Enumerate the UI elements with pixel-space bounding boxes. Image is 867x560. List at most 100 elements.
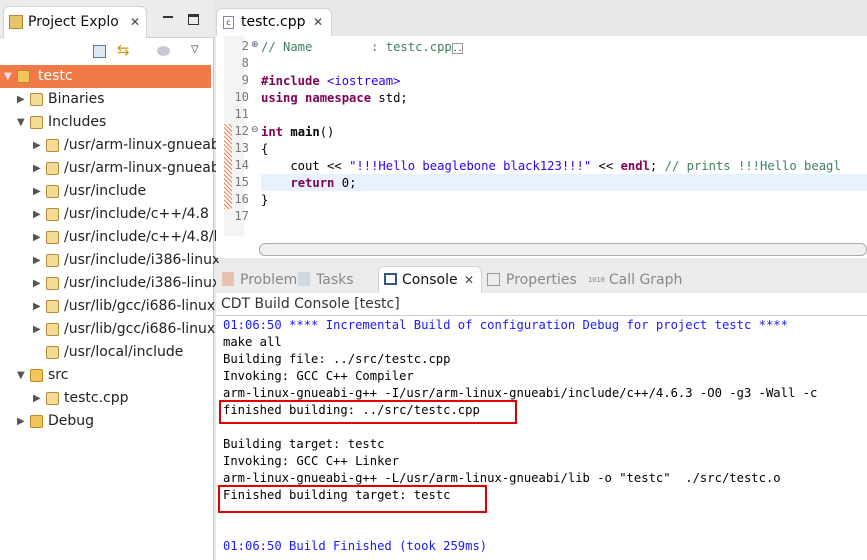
tree-item-label: src xyxy=(48,367,69,383)
tree-item-label: /usr/local/include xyxy=(64,344,184,360)
includes-icon xyxy=(30,116,43,129)
collapsed-arrow-icon[interactable]: ▶ xyxy=(33,295,43,318)
line-number: 14 xyxy=(234,158,249,172)
divider xyxy=(216,315,867,316)
tab-testc-cpp[interactable]: c testc.cpp ✕ xyxy=(216,8,332,36)
project-explorer-icon xyxy=(9,15,23,29)
collapsed-arrow-icon[interactable]: ▶ xyxy=(33,387,43,410)
filter-icon[interactable] xyxy=(157,46,170,56)
tree-item-label: Binaries xyxy=(48,91,105,107)
collapsed-arrow-icon[interactable]: ▶ xyxy=(33,272,43,295)
console-line: 01:06:50 Build Finished (took 259ms) xyxy=(223,539,488,553)
problems-icon xyxy=(222,272,234,286)
tree-item-label: /usr/include/c++/4.8/b xyxy=(64,229,223,245)
tab-project-explorer[interactable]: Project Explo ✕ xyxy=(3,6,147,38)
collapsed-arrow-icon[interactable]: ▶ xyxy=(33,203,43,226)
tree-item[interactable]: ▶ /usr/include/c++/4.8/b xyxy=(0,226,223,249)
expanded-arrow-icon[interactable]: ▼ xyxy=(17,111,27,134)
tree-item[interactable]: ▼ Includes xyxy=(0,111,211,134)
include-folder-icon xyxy=(46,277,59,290)
tree-item-label: Debug xyxy=(48,413,95,429)
tree-item[interactable]: ▶ /usr/arm-linux-gnueab xyxy=(0,134,220,157)
collapsed-arrow-icon[interactable]: ▶ xyxy=(33,249,43,272)
tree-item[interactable]: ▶ /usr/lib/gcc/i686-linux- xyxy=(0,318,220,341)
tree-item-label: /usr/arm-linux-gnueab xyxy=(64,160,220,176)
include-folder-icon xyxy=(46,323,59,336)
tree-item-label: Includes xyxy=(48,114,107,130)
highlight-box-finished-target xyxy=(218,485,487,513)
editor-area: c testc.cpp ✕ 2 // Name : testc.cpp.. ⊕ 8 9 #… xyxy=(216,0,867,262)
tree-item[interactable]: /usr/local/include xyxy=(0,341,211,364)
code-line: // Name : testc.cpp.. xyxy=(261,40,464,54)
tab-properties[interactable]: Properties xyxy=(487,269,577,291)
close-icon[interactable]: ✕ xyxy=(313,9,323,36)
tree-item[interactable]: ▶ Binaries xyxy=(0,88,211,111)
tree-item-label: /usr/include/c++/4.8 xyxy=(64,206,209,222)
binaries-icon xyxy=(30,93,43,106)
collapsed-arrow-icon[interactable]: ▶ xyxy=(17,88,27,111)
console-line: Building file: ../src/testc.cpp xyxy=(223,352,451,366)
tree-item[interactable]: ▼ src xyxy=(0,364,211,387)
console-line: Building target: testc xyxy=(223,437,385,451)
console-line: make all xyxy=(223,335,282,349)
tree-item[interactable]: ▶ /usr/include/i386-linux xyxy=(0,249,220,272)
fold-collapse-icon[interactable]: ⊖ xyxy=(251,125,259,135)
tree-item-label: /usr/include/i386-linux xyxy=(64,275,221,291)
tree-item[interactable]: ▶ /usr/include/i386-linux xyxy=(0,272,220,295)
collapse-all-icon[interactable] xyxy=(93,45,106,58)
close-icon[interactable]: ✕ xyxy=(464,269,474,291)
tree-item[interactable]: ▶ /usr/arm-linux-gnueab xyxy=(0,157,220,180)
include-folder-icon xyxy=(46,300,59,313)
tab-tasks[interactable]: Tasks xyxy=(298,269,354,291)
cpp-file-icon: c xyxy=(223,16,234,29)
include-folder-icon xyxy=(46,185,59,198)
tree-item[interactable]: ▶ testc.cpp xyxy=(0,387,211,410)
minimize-icon[interactable] xyxy=(163,16,173,18)
line-number: 2 xyxy=(241,39,249,53)
tree-item-label: /usr/lib/gcc/i686-linux- xyxy=(64,298,221,314)
expanded-arrow-icon[interactable]: ▼ xyxy=(4,65,14,88)
collapsed-arrow-icon[interactable]: ▶ xyxy=(33,157,43,180)
expanded-arrow-icon[interactable]: ▼ xyxy=(17,364,27,387)
include-folder-icon xyxy=(46,162,59,175)
console-icon xyxy=(384,273,397,285)
line-number: 11 xyxy=(234,107,249,121)
code-line: cout << "!!!Hello beaglebone black123!!!… xyxy=(261,159,841,173)
fold-expand-icon[interactable]: ⊕ xyxy=(251,40,259,50)
tree-item[interactable]: ▶ Debug xyxy=(0,410,211,433)
collapsed-arrow-icon[interactable]: ▶ xyxy=(33,180,43,203)
collapsed-arrow-icon[interactable]: ▶ xyxy=(33,226,43,249)
link-with-editor-icon[interactable]: ⇆ xyxy=(117,41,130,59)
tree-item-label: testc.cpp xyxy=(64,390,129,406)
line-number: 13 xyxy=(234,141,249,155)
collapsed-arrow-icon[interactable]: ▶ xyxy=(17,410,27,433)
collapsed-arrow-icon[interactable]: ▶ xyxy=(33,318,43,341)
code-editor[interactable]: 2 // Name : testc.cpp.. ⊕ 8 9 #include <iostr… xyxy=(216,36,867,258)
close-icon[interactable]: ✕ xyxy=(130,7,140,37)
project-explorer-panel: Project Explo ✕ ⇆ ▽ ▼ testc ▶ Binaries ▼ Incl… xyxy=(0,0,223,560)
code-line: { xyxy=(261,142,269,156)
tree-item[interactable]: ▶ /usr/include/c++/4.8 xyxy=(0,203,211,226)
console-line: Invoking: GCC C++ Linker xyxy=(223,454,400,468)
tree-item[interactable]: ▼ testc xyxy=(0,65,211,88)
project-folder-icon xyxy=(17,70,30,83)
tab-label: Project Explo xyxy=(28,14,119,30)
tab-console[interactable]: Console ✕ xyxy=(378,266,482,293)
line-number: 12 xyxy=(234,124,249,138)
maximize-icon[interactable] xyxy=(188,14,199,25)
bottom-tabbar: Problems Tasks Console ✕ Properties 1010 C… xyxy=(216,263,867,293)
tab-problems[interactable]: Problems xyxy=(222,269,305,291)
tree-item[interactable]: ▶ /usr/lib/gcc/i686-linux- xyxy=(0,295,220,318)
console-line: 01:06:50 **** Incremental Build of confi… xyxy=(223,318,788,332)
tab-call-graph[interactable]: 1010 Call Graph xyxy=(588,269,682,291)
view-menu-icon[interactable]: ▽ xyxy=(191,44,199,55)
tree-item-label: /usr/include xyxy=(64,183,147,199)
collapsed-arrow-icon[interactable]: ▶ xyxy=(33,134,43,157)
tree-item[interactable]: ▶ /usr/include xyxy=(0,180,211,203)
console-line: Invoking: GCC C++ Compiler xyxy=(223,369,414,383)
cpp-file-icon xyxy=(46,392,59,405)
horizontal-scrollbar[interactable] xyxy=(259,243,867,256)
line-number: 8 xyxy=(241,56,249,70)
include-folder-icon xyxy=(46,208,59,221)
tree-item-label: /usr/arm-linux-gnueab xyxy=(64,137,220,153)
